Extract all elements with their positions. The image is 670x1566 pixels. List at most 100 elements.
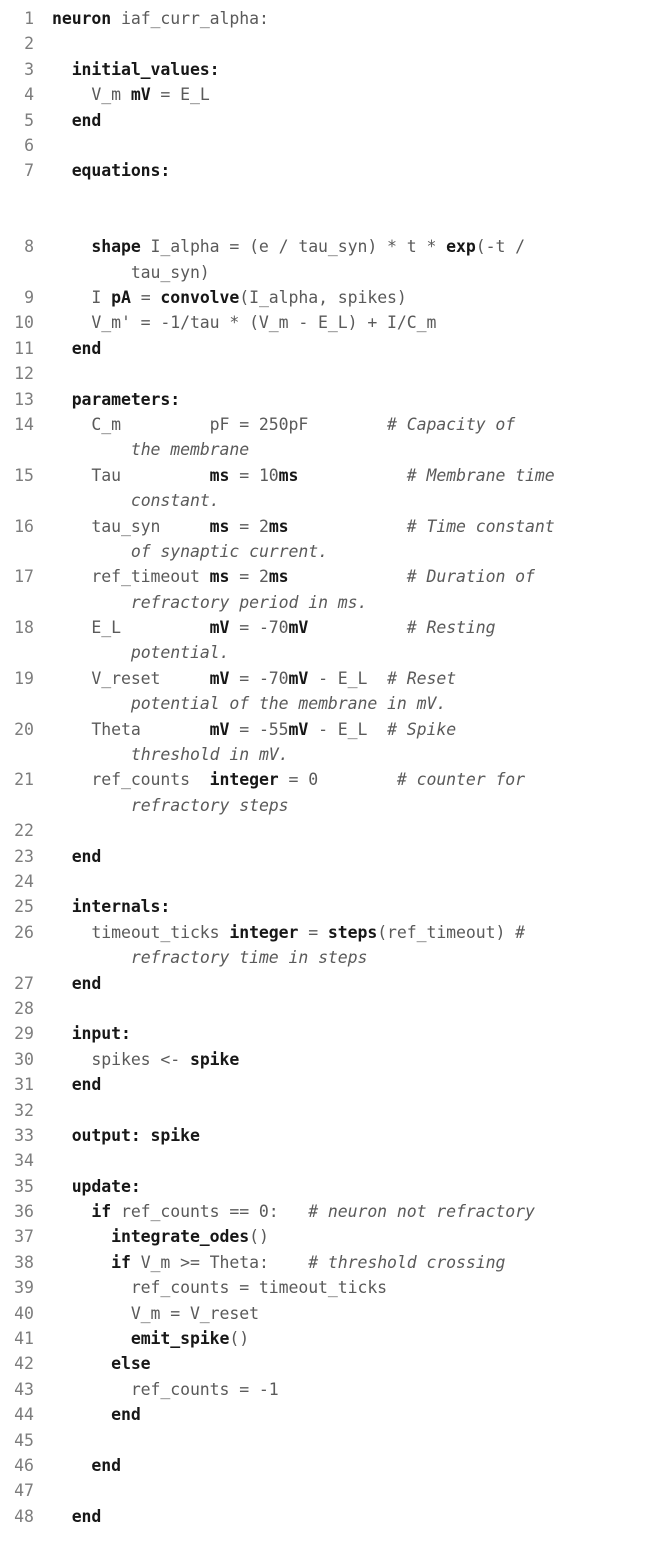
code-line-continuation: refractory time in steps [0, 945, 670, 970]
code-line: 21 ref_counts integer = 0 # counter for [0, 767, 670, 792]
code-keyword: end [52, 1075, 102, 1095]
line-number: 7 [24, 161, 34, 181]
code-line: 1 neuron iaf_curr_alpha: [0, 6, 670, 31]
line-number: 2 [24, 34, 34, 54]
line-number: 33 [14, 1125, 34, 1145]
code-keyword: steps [327, 922, 378, 942]
code-token: timeout_ticks [52, 922, 230, 942]
code-comment: potential. [130, 643, 230, 663]
line-number: 48 [14, 1506, 34, 1526]
code-comment: potential of the membrane in mV. [130, 694, 447, 714]
code-line: 18 E_L mV = -70mV # Resting [0, 615, 670, 640]
line-number: 42 [14, 1354, 34, 1374]
code-line-continuation: tau_syn) [0, 260, 670, 285]
line-number: 9 [24, 288, 34, 308]
code-line: 37 integrate_odes() [0, 1224, 670, 1249]
code-token: V_m [52, 85, 131, 105]
code-token: () [249, 1227, 269, 1247]
code-token: - E_L [308, 668, 388, 688]
code-text: parameters: [34, 387, 670, 412]
code-line: 23 end [0, 844, 670, 869]
code-keyword: ms [209, 465, 230, 485]
line-number: 39 [14, 1278, 34, 1298]
code-line: 12 [0, 361, 670, 386]
code-text: internals: [34, 894, 670, 919]
code-keyword: mV [209, 719, 230, 739]
code-line: 4 V_m mV = E_L [0, 82, 670, 107]
code-token: = 10 [229, 465, 279, 485]
code-token: ref_counts [52, 770, 210, 790]
line-number: 4 [24, 85, 34, 105]
code-keyword: equations: [52, 161, 171, 181]
code-token: = 2 [229, 567, 269, 587]
code-token: V_m' = -1/tau * (V_m - E_L) + I/C_m [52, 313, 437, 333]
code-line: 47 [0, 1478, 670, 1503]
code-keyword: initial_values: [52, 59, 220, 79]
code-line: 20 Theta mV = -55mV - E_L # Spike [0, 717, 670, 742]
code-keyword: else [52, 1354, 151, 1374]
code-text: refractory steps [34, 793, 670, 818]
code-text: end [34, 1453, 670, 1478]
code-comment: # Resting [406, 618, 496, 638]
line-number: 8 [24, 237, 34, 257]
line-number: 40 [14, 1303, 34, 1323]
code-keyword: end [52, 1455, 121, 1475]
code-token: ref_counts = timeout_ticks [52, 1278, 388, 1298]
code-comment: # threshold crossing [308, 1252, 506, 1272]
code-keyword: convolve [160, 288, 240, 308]
code-line: 26 timeout_ticks integer = steps(ref_tim… [0, 920, 670, 945]
code-text: update: [34, 1174, 670, 1199]
code-token: = 2 [229, 516, 269, 536]
code-token: tau_syn) [52, 262, 210, 282]
code-keyword: pA [111, 288, 131, 308]
code-line: 34 [0, 1148, 670, 1173]
code-token: I [52, 288, 112, 308]
code-token: = -70 [229, 618, 289, 638]
code-text: V_m = V_reset [34, 1301, 670, 1326]
code-keyword: end [52, 846, 102, 866]
line-number: 32 [14, 1100, 34, 1120]
code-line: 30 spikes <- spike [0, 1047, 670, 1072]
code-line: 9 I pA = convolve(I_alpha, spikes) [0, 285, 670, 310]
line-number: 10 [14, 313, 34, 333]
code-line: 27 end [0, 971, 670, 996]
line-number: 16 [14, 516, 34, 536]
line-number: 13 [14, 389, 34, 409]
code-line: 25 internals: [0, 894, 670, 919]
code-text: else [34, 1351, 670, 1376]
code-comment: # counter for [396, 770, 526, 790]
code-token: = 0 [278, 770, 397, 790]
code-line: 2 [0, 31, 670, 56]
code-line: 35 update: [0, 1174, 670, 1199]
code-text: end [34, 108, 670, 133]
code-text: end [34, 1504, 670, 1529]
code-text: ref_counts = timeout_ticks [34, 1275, 670, 1300]
code-keyword: ms [278, 465, 299, 485]
code-line: 8 shape I_alpha = (e / tau_syn) * t * ex… [0, 234, 670, 259]
line-number: 20 [14, 719, 34, 739]
line-number: 15 [14, 465, 34, 485]
code-text: I pA = convolve(I_alpha, spikes) [34, 285, 670, 310]
code-keyword: mV [130, 85, 151, 105]
line-number: 19 [14, 668, 34, 688]
code-keyword: output: [52, 1125, 141, 1145]
code-text: if V_m >= Theta: # threshold crossing [34, 1250, 670, 1275]
line-number: 6 [24, 135, 34, 155]
code-text: end [34, 1402, 670, 1427]
line-number: 11 [14, 338, 34, 358]
code-comment: constant. [130, 491, 220, 511]
code-keyword: exp [446, 237, 476, 257]
code-keyword: mV [288, 668, 309, 688]
line-number: 47 [14, 1481, 34, 1501]
code-text: V_m mV = E_L [34, 82, 670, 107]
code-line: 45 [0, 1428, 670, 1453]
code-text: tau_syn) [34, 260, 670, 285]
code-text: end [34, 1072, 670, 1097]
code-text: of synaptic current. [34, 539, 670, 564]
code-line: 38 if V_m >= Theta: # threshold crossing [0, 1250, 670, 1275]
code-keyword: end [52, 110, 102, 130]
